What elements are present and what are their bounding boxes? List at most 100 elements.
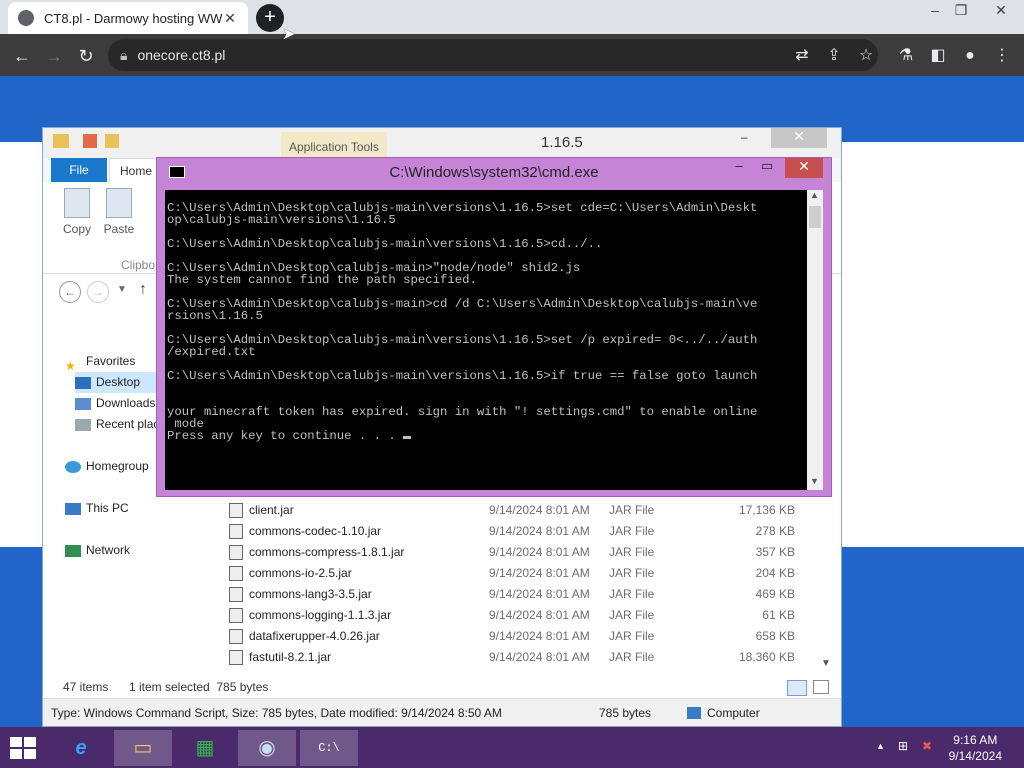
recent-dropdown-icon[interactable]: ▼ [117, 284, 127, 295]
extensions-icon[interactable]: ⚗ [892, 42, 920, 70]
console-line: your minecraft token has expired. sign i… [167, 405, 758, 419]
nav-this-pc[interactable]: This PC [65, 498, 235, 519]
details-bar: Type: Windows Command Script, Size: 785 … [43, 698, 841, 726]
console-line: C:\Users\Admin\Desktop\calubjs-main\vers… [167, 333, 758, 347]
table-row[interactable]: commons-logging-1.1.3.jar 9/14/2024 8:01 … [225, 605, 815, 626]
bookmark-star-icon[interactable]: ☆ [852, 42, 880, 70]
file-size: 17,136 KB [738, 503, 795, 517]
close-tab-icon[interactable]: ✕ [222, 10, 238, 27]
location-info: Computer [707, 706, 760, 720]
file-date: 9/14/2024 8:01 AM [489, 545, 590, 559]
maximize-button[interactable]: ▭ [753, 158, 781, 178]
jar-file-icon [229, 545, 243, 560]
close-window-button[interactable]: ✕ [984, 2, 1018, 22]
menu-dots-icon[interactable]: ⋮ [988, 42, 1016, 70]
console-line: C:\Users\Admin\Desktop\calubjs-main\vers… [167, 369, 758, 383]
jar-file-icon [229, 503, 243, 518]
reload-icon[interactable]: ↻ [72, 42, 100, 70]
forward-icon[interactable]: → [87, 281, 109, 303]
tab-file[interactable]: File [51, 158, 107, 182]
share-icon[interactable]: ⇪ [820, 42, 848, 70]
file-date: 9/14/2024 8:01 AM [489, 608, 590, 622]
cmd-window: C:\Windows\system32\cmd.exe – ▭ ✕ C:\Use… [156, 157, 832, 497]
close-button[interactable]: ✕ [771, 128, 827, 148]
tab-title: CT8.pl - Darmowy hosting WWW [44, 10, 222, 26]
copy-icon [64, 188, 90, 218]
volume-muted-icon[interactable]: ✖ [922, 739, 932, 753]
nav-label: Downloads [96, 396, 156, 410]
cmd-title-bar[interactable]: C:\Windows\system32\cmd.exe – ▭ ✕ [157, 158, 831, 188]
table-row[interactable]: commons-lang3-3.5.jar 9/14/2024 8:01 AM JA… [225, 584, 815, 605]
paste-button[interactable]: Paste [99, 188, 139, 236]
file-date: 9/14/2024 8:01 AM [489, 566, 590, 580]
windows-start-icon[interactable] [10, 737, 38, 761]
file-type-info: Type: Windows Command Script, Size: 785 … [51, 706, 502, 720]
file-size: 658 KB [755, 629, 795, 643]
copy-button[interactable]: Copy [57, 188, 97, 236]
forward-arrow-icon[interactable]: → [40, 42, 68, 70]
file-name: datafixerupper-4.0.26.jar [249, 629, 380, 643]
show-hidden-icons-icon[interactable]: ▲ [876, 741, 885, 751]
console-line: op\calubjs-main\versions\1.16.5 [167, 213, 396, 227]
table-row[interactable]: client.jar 9/14/2024 8:01 AM JAR File 17,13… [225, 500, 815, 521]
scroll-down-arrow-icon[interactable]: ▼ [810, 476, 819, 486]
table-row[interactable]: datafixerupper-4.0.26.jar 9/14/2024 8:01 … [225, 626, 815, 647]
tab-home[interactable]: Home [109, 158, 163, 182]
console-line: C:\Users\Admin\Desktop\calubjs-main>cd /… [167, 297, 758, 311]
file-type: JAR File [609, 545, 655, 559]
table-row[interactable]: commons-io-2.5.jar 9/14/2024 8:01 AM JAR F… [225, 563, 815, 584]
scrollbar[interactable]: ▲ ▼ [807, 190, 823, 490]
clock[interactable]: 9:16 AM 9/14/2024 [949, 732, 1002, 764]
network-icon[interactable]: ⊞ [898, 739, 908, 753]
address-bar[interactable]: 🔒︎ onecore.ct8.pl [108, 39, 878, 71]
file-size-info: 785 bytes [599, 706, 652, 720]
translate-icon[interactable]: ⇄ [788, 42, 816, 70]
file-explorer-icon[interactable]: ▭ [114, 730, 172, 766]
details-view-icon[interactable] [787, 680, 807, 696]
nav-network[interactable]: Network [65, 540, 235, 561]
store-icon[interactable]: ▦ [176, 730, 234, 766]
network-icon [65, 544, 81, 557]
file-date: 9/14/2024 8:01 AM [489, 629, 590, 643]
scroll-down-arrow-icon[interactable]: ▼ [821, 658, 833, 672]
text-cursor [403, 436, 412, 439]
console-line: The system cannot find the path specifie… [167, 273, 477, 287]
file-size: 357 KB [755, 545, 795, 559]
table-row[interactable]: commons-compress-1.8.1.jar 9/14/2024 8:01… [225, 542, 815, 563]
homegroup-icon [65, 460, 81, 473]
chrome-icon[interactable]: ◉ [238, 730, 296, 766]
minimize-button[interactable]: – [741, 130, 748, 144]
cmd-icon[interactable]: C:\ [300, 730, 358, 766]
console-output[interactable]: C:\Users\Admin\Desktop\calubjs-main\vers… [165, 190, 807, 490]
back-arrow-icon[interactable]: ← [8, 42, 36, 70]
properties-icon[interactable] [83, 134, 97, 148]
file-type: JAR File [609, 566, 655, 580]
large-icons-view-icon[interactable] [813, 680, 829, 694]
console-text: C:\Users\Admin\Desktop\calubjs-main\vers… [167, 202, 807, 442]
lock-icon: 🔒︎ [120, 47, 128, 63]
new-folder-icon[interactable] [105, 134, 119, 148]
restore-button[interactable]: ❐ [946, 2, 976, 22]
nav-label: Homegroup [86, 459, 149, 473]
up-arrow-icon[interactable]: ↑ [139, 281, 147, 299]
jar-file-icon [229, 650, 243, 665]
side-panel-icon[interactable]: ◧ [924, 42, 952, 70]
ie-icon[interactable]: e [52, 730, 110, 766]
browser-tab[interactable]: CT8.pl - Darmowy hosting WWW ✕ [8, 2, 248, 34]
profile-icon[interactable]: ● [956, 42, 984, 70]
file-name: fastutil-8.2.1.jar [249, 650, 332, 664]
jar-file-icon [229, 629, 243, 644]
new-tab-button[interactable]: + [256, 4, 284, 32]
table-row[interactable]: fastutil-8.2.1.jar 9/14/2024 8:01 AM JAR F… [225, 647, 815, 668]
application-tools-tab[interactable]: Application Tools [281, 132, 387, 158]
mouse-cursor-icon: ➤ [282, 26, 296, 43]
file-date: 9/14/2024 8:01 AM [489, 587, 590, 601]
close-button[interactable]: ✕ [785, 158, 823, 178]
scroll-up-arrow-icon[interactable]: ▲ [810, 190, 819, 200]
back-icon[interactable]: ← [59, 281, 81, 303]
scroll-thumb[interactable] [809, 206, 821, 228]
table-row[interactable]: commons-codec-1.10.jar 9/14/2024 8:01 AM J… [225, 521, 815, 542]
file-name: client.jar [249, 503, 294, 517]
status-bar: 47 items 1 item selected 785 bytes [43, 676, 841, 698]
minimize-button[interactable]: – [725, 158, 753, 178]
